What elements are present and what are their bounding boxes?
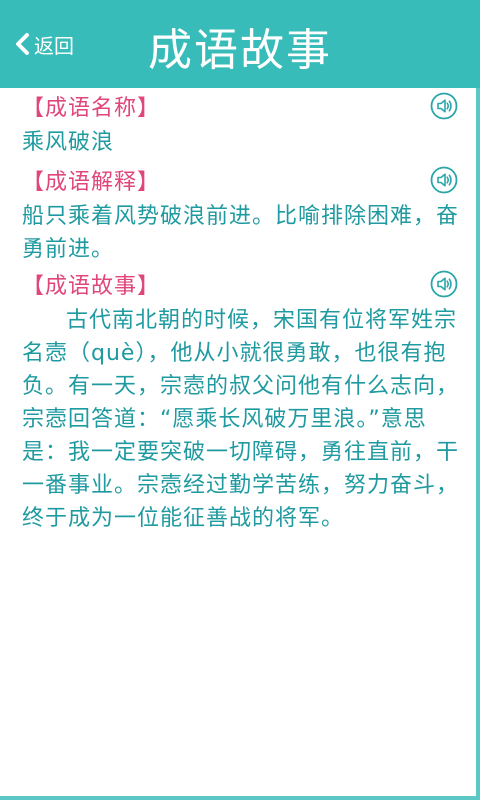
section-heading-story: 【成语故事】 (22, 274, 161, 299)
section-heading-name: 【成语名称】 (22, 96, 161, 121)
page-title: 成语故事 (148, 25, 332, 76)
section-heading-explanation: 【成语解释】 (22, 170, 161, 195)
speaker-icon[interactable] (430, 92, 458, 120)
idiom-name-text: 乘风破浪 (22, 130, 115, 155)
speaker-icon[interactable] (430, 270, 458, 298)
speaker-icon[interactable] (430, 166, 458, 194)
content-panel: 【成语名称】 乘风破浪 【成语解释】 船只乘着风势破浪前进。比喻排除困难，奋勇前… (0, 88, 480, 800)
story-text: 古代南北朝的时候，宋国有位将军姓宗名悫（què），他从小就很勇敢，也很有抱负。有… (22, 308, 460, 531)
explanation-text: 船只乘着风势破浪前进。比喻排除困难，奋勇前进。 (22, 204, 460, 262)
header-bar: 返回 成语故事 (0, 0, 480, 88)
